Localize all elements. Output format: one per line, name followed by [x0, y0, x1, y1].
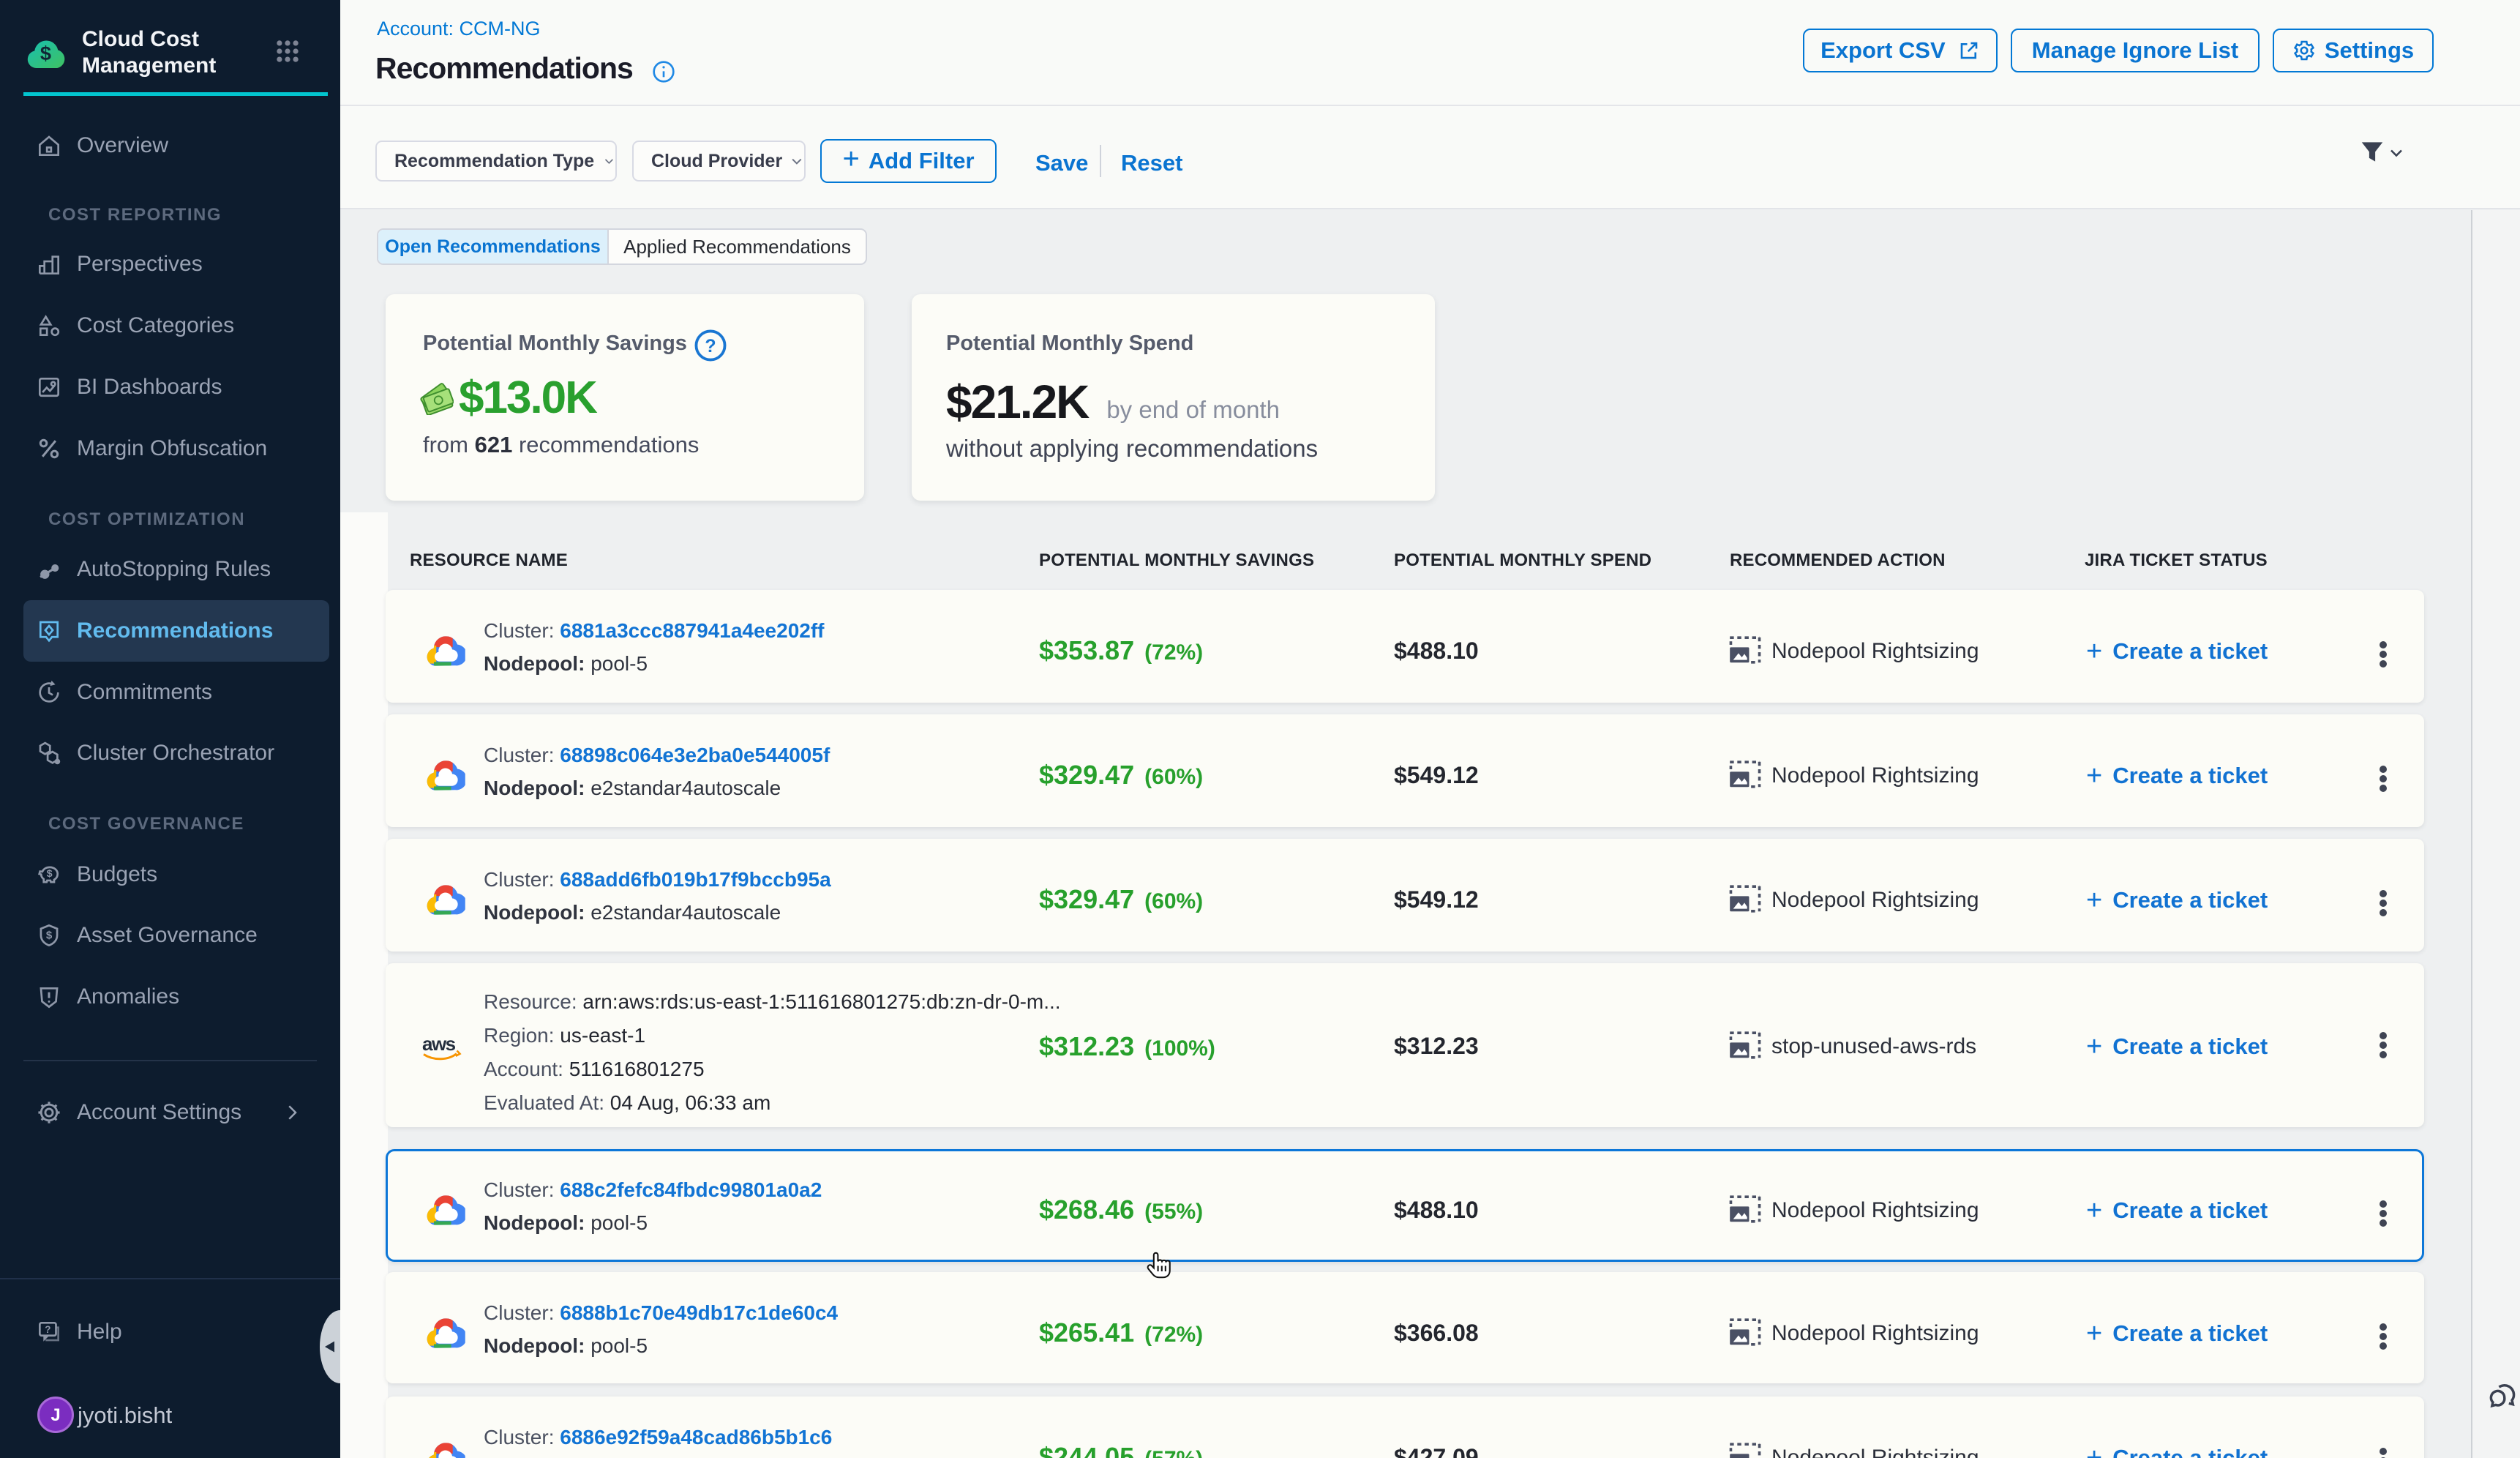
- svg-text:aws: aws: [422, 1036, 456, 1055]
- svg-text:$: $: [46, 929, 53, 941]
- svg-text:?: ?: [45, 1324, 50, 1335]
- svg-text:$: $: [40, 42, 51, 64]
- svg-text:$: $: [47, 868, 53, 880]
- svg-text:?: ?: [705, 336, 716, 356]
